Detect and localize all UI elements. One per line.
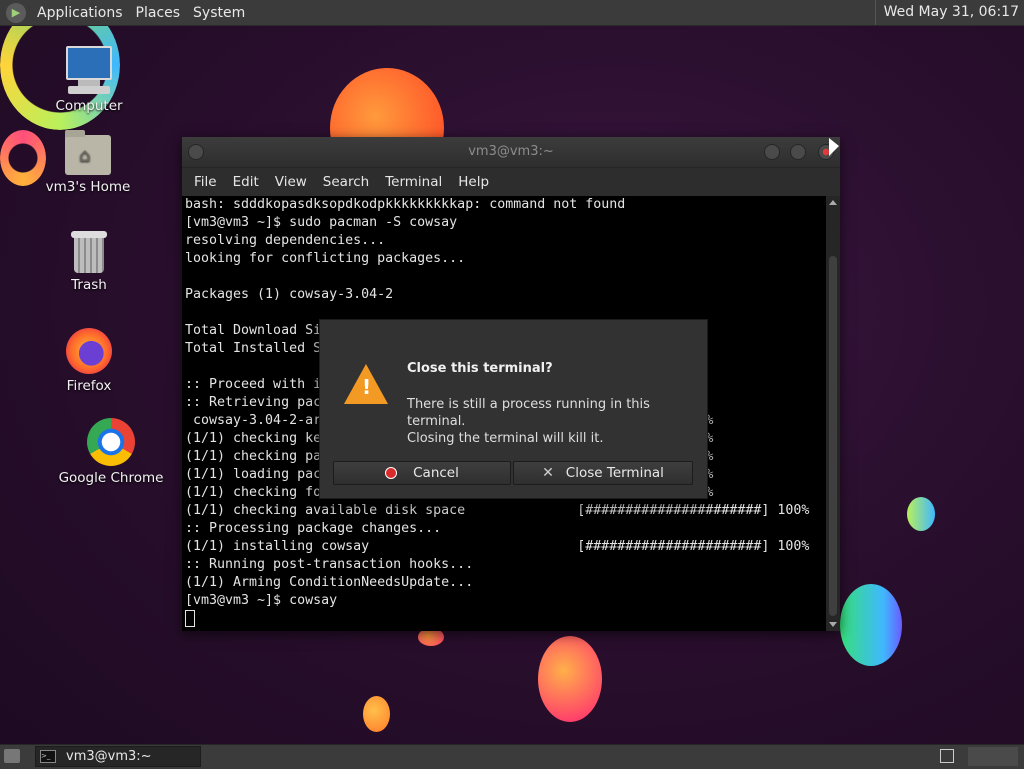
chrome-icon (87, 418, 135, 466)
desktop-icon-label: Computer (55, 98, 123, 114)
terminal-menubar: File Edit View Search Terminal Help (182, 168, 840, 196)
terminal-line: looking for conflicting packages... (185, 251, 466, 266)
terminal-line: :: Running post-transaction hooks... (185, 557, 474, 572)
desktop-icon-label: Google Chrome (58, 470, 164, 486)
desktop-icon-trash[interactable]: Trash (34, 231, 144, 293)
terminal-line: [vm3@vm3 ~]$ sudo pacman -S cowsay (185, 215, 458, 230)
terminal-line: (1/1) Arming ConditionNeedsUpdate... (185, 575, 474, 590)
stop-icon (385, 467, 398, 479)
scroll-up-icon[interactable] (829, 200, 837, 205)
dialog-message-line: There is still a process running in this… (407, 397, 650, 429)
clock[interactable]: Wed May 31, 06:17 (874, 0, 1024, 25)
minimize-button[interactable] (764, 144, 780, 160)
close-terminal-dialog: ! Close this terminal? There is still a … (319, 319, 708, 499)
menu-search[interactable]: Search (315, 174, 377, 190)
menu-edit[interactable]: Edit (225, 174, 267, 190)
taskbar-item-label: vm3@vm3:~ (66, 749, 152, 764)
show-desktop-button[interactable] (4, 749, 20, 763)
taskbar-item-terminal[interactable]: >_ vm3@vm3:~ (35, 746, 201, 767)
wallpaper-blob (840, 584, 902, 666)
firefox-icon (66, 328, 112, 374)
home-folder-icon: ⌂ (65, 130, 111, 175)
terminal-icon: >_ (40, 750, 56, 763)
menu-file[interactable]: File (186, 174, 225, 190)
desktop-icon-home[interactable]: ⌂ vm3's Home (33, 130, 143, 195)
wallpaper-blob (363, 696, 390, 732)
computer-icon (64, 46, 114, 94)
mouse-pointer-icon (829, 138, 839, 156)
menu-help[interactable]: Help (450, 174, 497, 190)
workspace-switcher[interactable] (968, 747, 1018, 766)
top-panel: ▶ Applications Places System Wed May 31,… (0, 0, 1024, 26)
terminal-line: bash: sdddkopasdksopdkodpkkkkkkkkkap: co… (185, 197, 626, 212)
terminal-line: (1/1) checking available disk space [###… (185, 503, 810, 518)
text-cursor (185, 610, 195, 627)
desktop-icon-label: vm3's Home (45, 179, 131, 195)
desktop-icon-computer[interactable]: Computer (34, 46, 144, 114)
terminal-line: (1/1) installing cowsay [###############… (185, 539, 810, 554)
distro-logo-icon[interactable]: ▶ (6, 2, 26, 23)
trash-icon (71, 231, 107, 273)
menu-places[interactable]: Places (131, 5, 189, 21)
desktop-icon-chrome[interactable]: Google Chrome (56, 418, 166, 486)
warning-icon: ! (344, 364, 388, 404)
menu-view[interactable]: View (267, 174, 315, 190)
terminal-cursor-line (182, 610, 824, 628)
menu-applications[interactable]: Applications (32, 5, 131, 21)
maximize-button[interactable] (790, 144, 806, 160)
terminal-titlebar[interactable]: vm3@vm3:~ (182, 137, 840, 168)
terminal-line: resolving dependencies... (185, 233, 386, 248)
dialog-message-line: Closing the terminal will kill it. (407, 431, 604, 446)
terminal-line: [vm3@vm3 ~]$ cowsay (185, 593, 338, 608)
dialog-title: Close this terminal? (407, 361, 553, 376)
menu-system[interactable]: System (188, 5, 253, 21)
wallpaper-blob (538, 636, 602, 722)
menu-terminal[interactable]: Terminal (377, 174, 450, 190)
cancel-button[interactable]: Cancel (333, 461, 511, 485)
bottom-panel: >_ vm3@vm3:~ (0, 744, 1024, 769)
close-icon: ✕ (542, 465, 554, 481)
desktop-icon-label: Firefox (66, 378, 112, 394)
terminal-scrollbar[interactable] (826, 196, 840, 631)
desktop-icon-firefox[interactable]: Firefox (34, 328, 144, 394)
close-terminal-button[interactable]: ✕ Close Terminal (513, 461, 693, 485)
scrollbar-thumb[interactable] (829, 256, 837, 616)
terminal-line: :: Processing package changes... (185, 521, 442, 536)
desktop-icon-label: Trash (71, 277, 107, 293)
dialog-message: There is still a process running in this… (407, 396, 697, 447)
terminal-line: Packages (1) cowsay-3.04-2 (185, 287, 394, 302)
close-terminal-button-label: Close Terminal (565, 465, 664, 481)
scroll-down-icon[interactable] (829, 622, 837, 627)
cancel-button-label: Cancel (413, 465, 459, 481)
wallpaper-blob (907, 497, 935, 531)
window-title: vm3@vm3:~ (468, 144, 554, 159)
workspace-switcher-icon[interactable] (940, 749, 954, 763)
